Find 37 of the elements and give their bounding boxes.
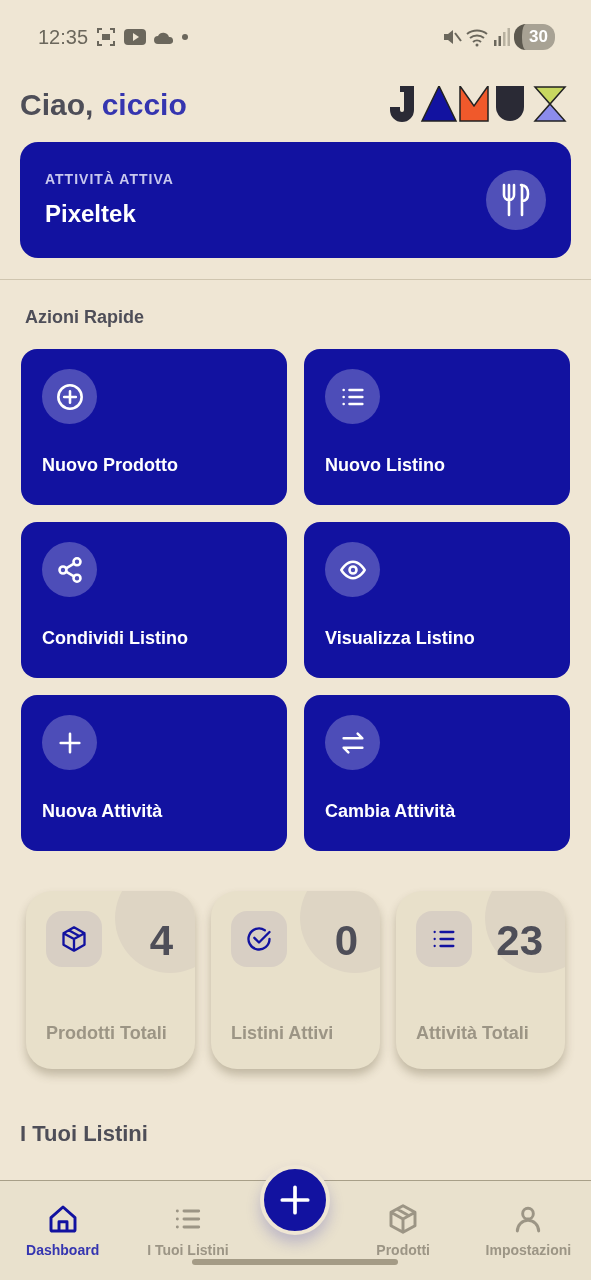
nav-tab[interactable]: Dashboard — [0, 1181, 126, 1280]
eye-icon — [325, 542, 380, 597]
quick-action-button[interactable]: Nuova Attività — [21, 695, 287, 851]
stat-label: Attività Totali — [416, 1022, 529, 1045]
cutlery-icon — [486, 170, 546, 230]
section-title: Azioni Rapide — [24, 306, 145, 329]
cloud-icon — [154, 30, 175, 44]
list-icon — [416, 911, 472, 967]
stat-value: 4 — [149, 916, 173, 966]
plus-icon — [42, 715, 97, 770]
stat-label: Listini Attivi — [231, 1022, 334, 1045]
play-icon — [124, 29, 147, 45]
battery-indicator: 30 — [514, 24, 555, 50]
quick-action-button[interactable]: Nuovo Prodotto — [21, 349, 287, 505]
plus-icon — [278, 1183, 312, 1217]
stat-value: 23 — [496, 916, 543, 966]
list-icon — [325, 369, 380, 424]
clock-time: 12:35 — [38, 25, 89, 50]
quick-action-button[interactable]: Condividi Listino — [21, 522, 287, 678]
business-name: Pixeltek — [45, 198, 137, 229]
screenshot-icon — [96, 27, 117, 47]
plus-circle-icon — [42, 369, 97, 424]
greeting-title: Ciao, ciccio — [20, 86, 187, 123]
swap-arrows-icon — [325, 715, 380, 770]
section-title: I Tuoi Listini — [19, 1120, 149, 1148]
dot-icon — [182, 34, 189, 40]
quick-action-button[interactable]: Nuovo Listino — [304, 349, 570, 505]
stat-label: Prodotti Totali — [46, 1022, 167, 1045]
quick-action-button[interactable]: Visualizza Listino — [304, 522, 570, 678]
share-icon — [42, 542, 97, 597]
stat-value: 0 — [334, 916, 358, 966]
box-icon — [46, 911, 102, 967]
quick-action-button[interactable]: Cambia Attività — [304, 695, 570, 851]
mute-icon — [442, 27, 463, 47]
active-business-card[interactable]: ATTIVITÀ ATTIVA Pixeltek — [20, 142, 571, 258]
card-label: ATTIVITÀ ATTIVA — [45, 169, 174, 189]
signal-icon — [494, 28, 511, 46]
